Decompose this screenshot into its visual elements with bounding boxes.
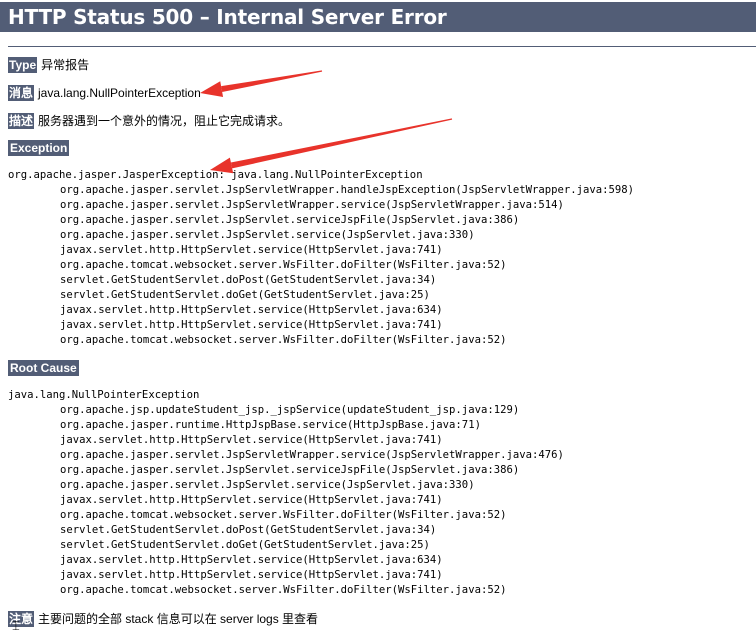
stack-trace-line: javax.servlet.http.HttpServlet.service(H… xyxy=(60,554,443,566)
stack-trace-line: org.apache.jasper.servlet.JspServlet.ser… xyxy=(60,229,475,241)
stack-trace-line: servlet.GetStudentServlet.doGet(GetStude… xyxy=(60,539,430,551)
stack-trace-line: javax.servlet.http.HttpServlet.service(H… xyxy=(60,244,443,256)
stack-trace-line: org.apache.tomcat.websocket.server.WsFil… xyxy=(60,584,507,596)
type-label: Type xyxy=(8,57,38,73)
message-label: 消息 xyxy=(8,85,35,101)
stack-trace-line: org.apache.jasper.servlet.JspServlet.ser… xyxy=(60,479,475,491)
note-value: 主要问题的全部 stack 信息可以在 server logs 里查看 xyxy=(38,612,319,626)
description-value: 服务器遇到一个意外的情况，阻止它完成请求。 xyxy=(38,114,291,128)
exception-stack-trace: org.apache.jasper.JasperException: java.… xyxy=(8,168,634,348)
message-row: 消息 java.lang.NullPointerException xyxy=(8,85,201,101)
error-title-bar: HTTP Status 500 – Internal Server Error xyxy=(0,2,756,32)
stack-trace-line: servlet.GetStudentServlet.doPost(GetStud… xyxy=(60,524,437,536)
exception-heading: Exception xyxy=(8,140,70,156)
stack-trace-line: org.apache.jasper.servlet.JspServletWrap… xyxy=(60,199,564,211)
stack-trace-line: javax.servlet.http.HttpServlet.service(H… xyxy=(60,494,443,506)
note-row: 注意 主要问题的全部 stack 信息可以在 server logs 里查看 xyxy=(8,611,318,627)
divider xyxy=(8,46,756,47)
stack-trace-line: org.apache.jasper.JasperException: java.… xyxy=(8,169,423,181)
stack-trace-line: org.apache.jasper.servlet.JspServlet.ser… xyxy=(60,464,520,476)
arrow-to-message-head xyxy=(200,81,224,97)
description-label: 描述 xyxy=(8,113,35,129)
stack-trace-line: servlet.GetStudentServlet.doPost(GetStud… xyxy=(60,274,437,286)
type-value: 异常报告 xyxy=(41,58,90,72)
stack-trace-line: javax.servlet.http.HttpServlet.service(H… xyxy=(60,304,443,316)
root-cause-stack-trace: java.lang.NullPointerException org.apache… xyxy=(8,388,564,598)
page-title: HTTP Status 500 – Internal Server Error xyxy=(8,5,447,29)
stack-trace-line: org.apache.jasper.servlet.JspServlet.ser… xyxy=(60,214,520,226)
stack-trace-line: javax.servlet.http.HttpServlet.service(H… xyxy=(60,569,443,581)
stack-trace-line: org.apache.tomcat.websocket.server.WsFil… xyxy=(60,334,507,346)
stack-trace-line: org.apache.jasper.servlet.JspServletWrap… xyxy=(60,449,564,461)
stack-trace-line: org.apache.jasper.runtime.HttpJspBase.se… xyxy=(60,419,481,431)
stack-trace-line: java.lang.NullPointerException xyxy=(8,389,200,401)
text-cursor-icon: ⌶ xyxy=(12,619,20,634)
description-row: 描述 服务器遇到一个意外的情况，阻止它完成请求。 xyxy=(8,113,290,129)
stack-trace-line: javax.servlet.http.HttpServlet.service(H… xyxy=(60,319,443,331)
message-value: java.lang.NullPointerException xyxy=(38,86,201,100)
stack-trace-line: org.apache.jsp.updateStudent_jsp._jspSer… xyxy=(60,404,520,416)
stack-trace-line: servlet.GetStudentServlet.doGet(GetStude… xyxy=(60,289,430,301)
root-cause-heading: Root Cause xyxy=(8,360,79,376)
stack-trace-line: org.apache.jasper.servlet.JspServletWrap… xyxy=(60,184,635,196)
stack-trace-line: javax.servlet.http.HttpServlet.service(H… xyxy=(60,434,443,446)
stack-trace-line: org.apache.tomcat.websocket.server.WsFil… xyxy=(60,259,507,271)
stack-trace-line: org.apache.tomcat.websocket.server.WsFil… xyxy=(60,509,507,521)
type-row: Type 异常报告 xyxy=(8,57,89,73)
arrow-to-message-shaft xyxy=(221,70,323,93)
